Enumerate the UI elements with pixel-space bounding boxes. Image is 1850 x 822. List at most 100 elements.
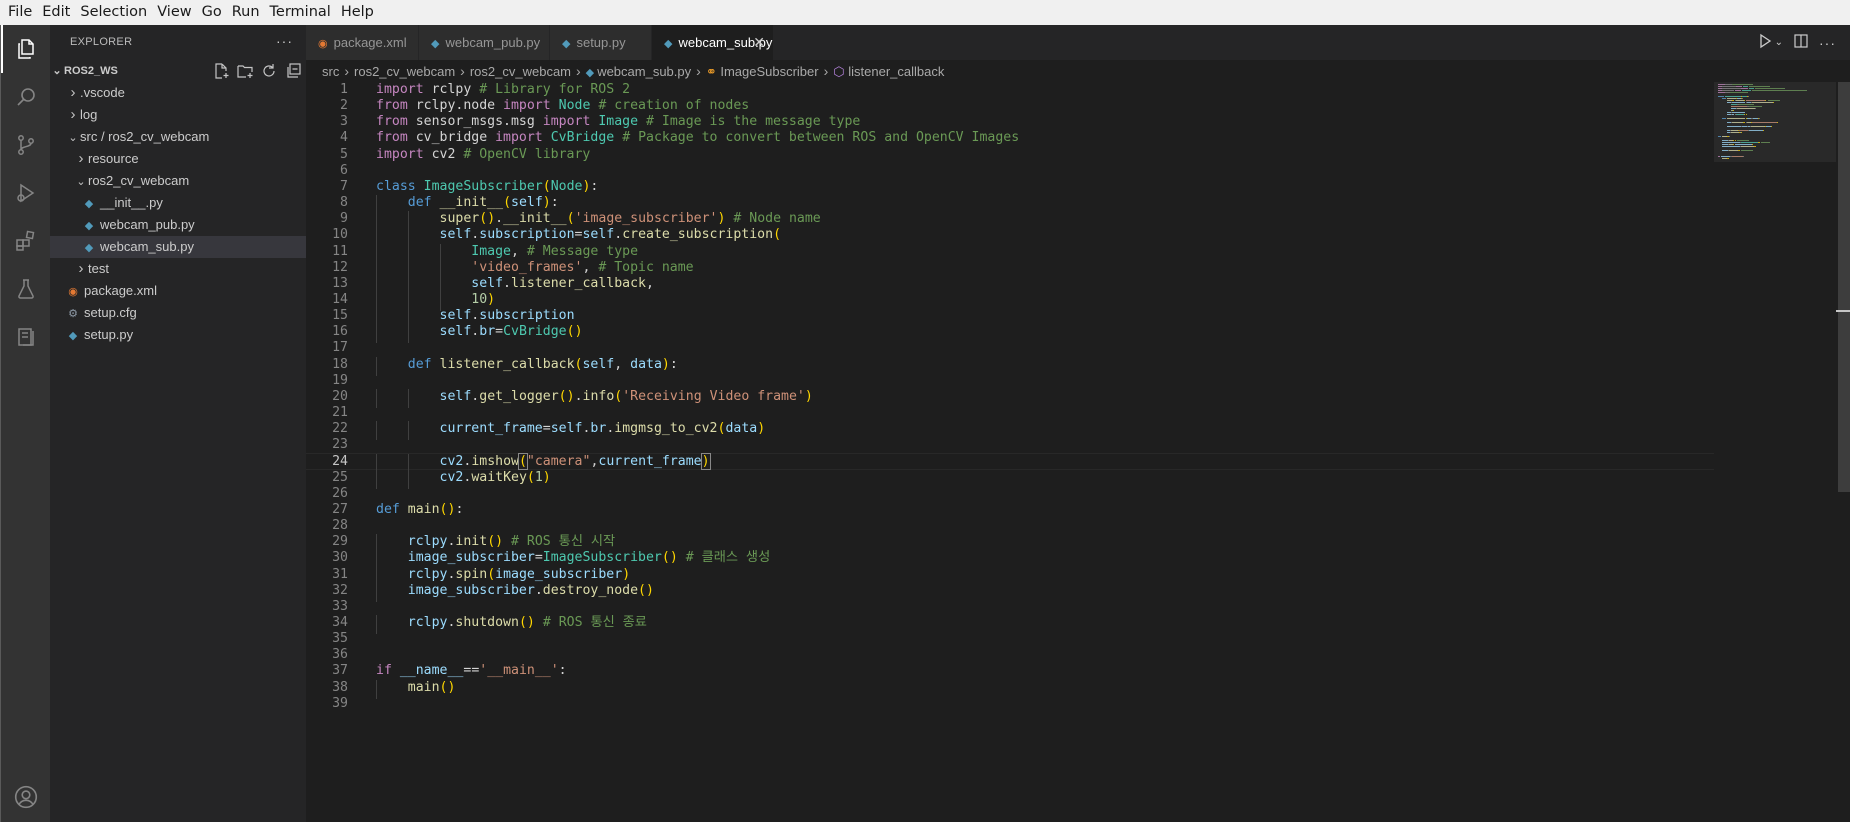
- tree-item-label: ros2_cv_webcam: [88, 173, 190, 188]
- tree-item-label: webcam_sub.py: [100, 239, 194, 254]
- breadcrumb-item[interactable]: ⬡ listener_callback: [833, 61, 944, 83]
- tree-item[interactable]: › resource: [50, 148, 306, 170]
- line-number: 13: [332, 275, 348, 291]
- code-line: 3 from sensor_msgs.msg import Image # Ima…: [306, 114, 1714, 130]
- tree-item[interactable]: ⌄ ros2_cv_webcam: [50, 170, 306, 192]
- tab-webcam-pub-py[interactable]: ◆ webcam_pub.py: [419, 25, 550, 60]
- line-number: 29: [332, 534, 348, 550]
- code-line: 16 self.br=CvBridge(): [306, 324, 1714, 344]
- chevron-down-icon[interactable]: ⌄: [1775, 37, 1783, 48]
- collapse-all-icon[interactable]: [284, 62, 302, 80]
- code-editor[interactable]: 1 import rclpy # Library for ROS 2 2 from r…: [306, 82, 1714, 822]
- line-number: 22: [332, 421, 348, 437]
- vertical-scrollbar[interactable]: [1836, 82, 1850, 822]
- source-control-icon[interactable]: [1, 121, 51, 169]
- workspace-actions: [212, 60, 302, 82]
- editor-tab-bar: ◉ package.xml ◆ webcam_pub.py ◆ setup.py ◆ webc…: [306, 25, 1850, 60]
- tab-webcam-sub-py[interactable]: ◆ webcam_sub.py ✕: [652, 25, 774, 60]
- split-editor-icon[interactable]: [1793, 33, 1809, 52]
- tab-setup-py[interactable]: ◆ setup.py: [550, 25, 652, 60]
- chevron-right-icon: ›: [344, 63, 350, 79]
- remote-explorer-icon[interactable]: [1, 313, 51, 361]
- breadcrumb-item[interactable]: ◆ webcam_sub.py: [586, 61, 691, 84]
- breadcrumb-item[interactable]: src: [322, 61, 339, 83]
- code-text: self.subscription: [439, 308, 575, 324]
- close-icon[interactable]: ✕: [753, 25, 765, 60]
- minimap-viewport[interactable]: [1714, 82, 1836, 162]
- new-file-icon[interactable]: [212, 62, 230, 80]
- line-number: 5: [340, 146, 348, 162]
- extensions-icon[interactable]: [1, 217, 51, 265]
- tab-label: setup.py: [576, 35, 626, 50]
- code-line: 28: [306, 518, 1714, 534]
- tree-item[interactable]: ◆ webcam_pub.py: [50, 214, 306, 236]
- tree-item[interactable]: ◆ webcam_sub.py: [50, 236, 306, 258]
- chevron-down-icon: ⌄: [76, 176, 86, 188]
- code-line: 33: [306, 599, 1714, 615]
- code-text: from rclpy.node import Node # creation o…: [376, 98, 750, 114]
- chevron-right-icon: ›: [70, 84, 76, 101]
- menu-run[interactable]: Run: [227, 0, 265, 25]
- line-number: 36: [332, 647, 348, 663]
- line-number: 14: [332, 291, 348, 307]
- code-line: 20 self.get_logger().info('Receiving Vid…: [306, 388, 1714, 408]
- tree-item[interactable]: ◆ setup.py: [50, 324, 306, 346]
- breadcrumb-label: webcam_sub.py: [597, 64, 692, 79]
- tree-item[interactable]: ⚙ setup.cfg: [50, 302, 306, 324]
- code-text: self.subscription=self.create_subscripti…: [439, 227, 782, 243]
- tree-item[interactable]: › test: [50, 258, 306, 280]
- menu-help[interactable]: Help: [336, 0, 379, 25]
- tree-item[interactable]: › .vscode: [50, 82, 306, 104]
- new-folder-icon[interactable]: [236, 62, 254, 80]
- tab-package-xml[interactable]: ◉ package.xml: [306, 25, 419, 60]
- run-python-file-icon[interactable]: [1757, 33, 1773, 52]
- breadcrumb-item[interactable]: ⚭ ImageSubscriber: [706, 61, 819, 83]
- code-text: def __init__(self):: [407, 195, 559, 211]
- testing-icon[interactable]: [1, 265, 51, 313]
- menu-edit[interactable]: Edit: [37, 0, 75, 25]
- accounts-icon[interactable]: [1, 773, 51, 821]
- search-icon[interactable]: [1, 73, 51, 121]
- breadcrumb-item[interactable]: ros2_cv_webcam: [354, 61, 455, 83]
- tree-item[interactable]: › log: [50, 104, 306, 126]
- menu-selection[interactable]: Selection: [75, 0, 152, 25]
- more-actions-icon[interactable]: ···: [276, 25, 293, 60]
- code-line: 27 def main():: [306, 502, 1714, 518]
- tree-item[interactable]: ⌄ src / ros2_cv_webcam: [50, 126, 306, 148]
- tree-item-label: webcam_pub.py: [100, 217, 195, 232]
- tree-item[interactable]: ◉ package.xml: [50, 280, 306, 302]
- line-number: 12: [332, 259, 348, 275]
- run-debug-icon[interactable]: [1, 169, 51, 217]
- code-line: 25 cv2.waitKey(1): [306, 469, 1714, 489]
- breadcrumb-item[interactable]: ros2_cv_webcam: [470, 61, 571, 83]
- code-line: 11 Image, # Message type: [306, 243, 1714, 263]
- workspace-name: ROS2_WS: [64, 65, 118, 77]
- explorer-icon[interactable]: [1, 25, 51, 73]
- code-line: 22 current_frame=self.br.imgmsg_to_cv2(d…: [306, 421, 1714, 441]
- menu-go[interactable]: Go: [197, 0, 227, 25]
- code-text: if __name__=='__main__':: [376, 663, 567, 679]
- scrollbar-thumb[interactable]: [1838, 82, 1850, 492]
- line-number: 18: [332, 356, 348, 372]
- menu-terminal[interactable]: Terminal: [265, 0, 336, 25]
- code-text: Image, # Message type: [471, 243, 639, 259]
- code-line: 9 super().__init__('image_subscriber') #…: [306, 211, 1714, 231]
- code-text: import rclpy # Library for ROS 2: [376, 82, 631, 97]
- code-line: 19: [306, 373, 1714, 389]
- menu-file[interactable]: File: [0, 0, 37, 25]
- tab-label: webcam_pub.py: [445, 35, 541, 50]
- minimap[interactable]: [1714, 82, 1836, 822]
- code-line: 15 self.subscription: [306, 308, 1714, 328]
- breadcrumb-label: src: [322, 64, 340, 79]
- refresh-icon[interactable]: [260, 62, 278, 80]
- code-text: from cv_bridge import CvBridge # Package…: [376, 130, 1020, 146]
- menu-view[interactable]: View: [152, 0, 196, 25]
- more-actions-icon[interactable]: ···: [1819, 35, 1836, 51]
- tree-item[interactable]: ◆ __init__.py: [50, 192, 306, 214]
- tree-item-label: log: [80, 107, 98, 122]
- line-number: 16: [332, 324, 348, 340]
- chevron-right-icon: ›: [78, 150, 84, 167]
- code-line: 10 self.subscription=self.create_subscri…: [306, 227, 1714, 247]
- code-text: cv2.waitKey(1): [439, 469, 551, 485]
- code-text: def listener_callback(self, data):: [407, 356, 678, 372]
